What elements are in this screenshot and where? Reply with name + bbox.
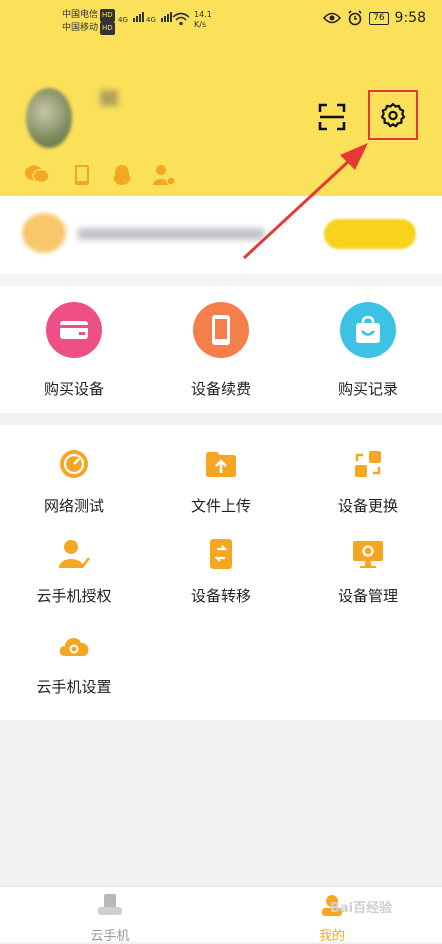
avatar[interactable] bbox=[26, 88, 72, 148]
scan-icon[interactable] bbox=[316, 101, 348, 133]
qq-icon[interactable] bbox=[112, 164, 132, 186]
cloud-phone-auth-button[interactable]: 云手机授权 bbox=[14, 537, 134, 606]
watermark: Bai百经验 bbox=[330, 901, 393, 916]
buy-device-button[interactable]: 购买设备 bbox=[14, 302, 134, 399]
device-replace-label: 设备更换 bbox=[337, 497, 398, 515]
signal-2-icon: 4G bbox=[146, 12, 172, 25]
phone-transfer-icon bbox=[204, 537, 238, 571]
device-transfer-label: 设备转移 bbox=[190, 587, 251, 605]
folder-upload-icon bbox=[204, 447, 238, 481]
gear-icon bbox=[380, 102, 406, 128]
status-right: 76 9:58 bbox=[323, 10, 426, 26]
buy-device-label: 购买设备 bbox=[43, 380, 104, 398]
settings-button[interactable] bbox=[368, 90, 418, 140]
purchase-history-label: 购买记录 bbox=[337, 380, 398, 398]
card-icon bbox=[46, 302, 102, 358]
username-blurred bbox=[100, 90, 118, 106]
hd-badge: HD bbox=[100, 9, 115, 22]
user-verify-icon[interactable] bbox=[152, 164, 176, 186]
user-check-icon bbox=[57, 537, 91, 571]
file-upload-button[interactable]: 文件上传 bbox=[161, 447, 281, 516]
battery-icon: 76 bbox=[369, 11, 389, 25]
device-replace-button[interactable]: 设备更换 bbox=[308, 447, 428, 516]
membership-card[interactable] bbox=[0, 196, 442, 274]
tab-cloud-phone-label: 云手机 bbox=[90, 929, 130, 944]
renew-device-label: 设备续费 bbox=[190, 380, 251, 398]
cloud-settings-icon bbox=[57, 628, 91, 662]
cloud-phone-tab-icon bbox=[98, 894, 122, 915]
tools-menu: 网络测试 文件上传 设备更换 云手机授权 设备转移 设备管理 云手机设置 bbox=[0, 425, 442, 720]
file-upload-label: 文件上传 bbox=[190, 497, 251, 515]
wechat-icon[interactable] bbox=[24, 164, 50, 184]
eye-icon bbox=[323, 12, 342, 24]
renew-device-button[interactable]: 设备续费 bbox=[161, 302, 281, 399]
carrier-info: 中国电信 HD 中国移动 HD bbox=[62, 9, 115, 35]
phone-bind-icon[interactable] bbox=[74, 164, 90, 186]
speedometer-icon bbox=[57, 447, 91, 481]
tab-cloud-phone[interactable]: 云手机 bbox=[50, 893, 170, 944]
network-test-button[interactable]: 网络测试 bbox=[14, 447, 134, 516]
bag-icon bbox=[340, 302, 396, 358]
status-bar: 中国电信 HD 中国移动 HD 4G 4G 14.1 K/s 76 9:58 bbox=[0, 0, 442, 44]
membership-text-blurred bbox=[78, 228, 264, 240]
hd-badge: HD bbox=[100, 22, 115, 35]
carrier-1: 中国电信 bbox=[62, 10, 99, 20]
clock: 9:58 bbox=[394, 10, 426, 26]
device-transfer-button[interactable]: 设备转移 bbox=[161, 537, 281, 606]
phone-icon bbox=[193, 302, 249, 358]
carrier-2: 中国移动 bbox=[62, 23, 99, 33]
cloud-phone-auth-label: 云手机授权 bbox=[36, 587, 112, 605]
cloud-phone-settings-button[interactable]: 云手机设置 bbox=[14, 628, 134, 697]
monitor-gear-icon bbox=[351, 537, 385, 571]
membership-icon-blurred bbox=[22, 213, 66, 253]
profile-header: 中国电信 HD 中国移动 HD 4G 4G 14.1 K/s 76 9:58 bbox=[0, 0, 442, 196]
signal-1-icon: 4G bbox=[118, 12, 144, 25]
purchase-menu: 购买设备 设备续费 购买记录 bbox=[0, 286, 442, 413]
membership-action-button[interactable] bbox=[324, 219, 416, 249]
device-manage-label: 设备管理 bbox=[337, 587, 398, 605]
cloud-phone-settings-label: 云手机设置 bbox=[36, 678, 112, 696]
wifi-icon bbox=[172, 12, 190, 26]
device-manage-button[interactable]: 设备管理 bbox=[308, 537, 428, 606]
network-test-label: 网络测试 bbox=[43, 497, 104, 515]
purchase-history-button[interactable]: 购买记录 bbox=[308, 302, 428, 399]
network-speed: 14.1 K/s bbox=[194, 10, 212, 29]
tab-me-label: 我的 bbox=[318, 929, 345, 944]
swap-icon bbox=[351, 447, 385, 481]
alarm-icon bbox=[348, 10, 362, 26]
